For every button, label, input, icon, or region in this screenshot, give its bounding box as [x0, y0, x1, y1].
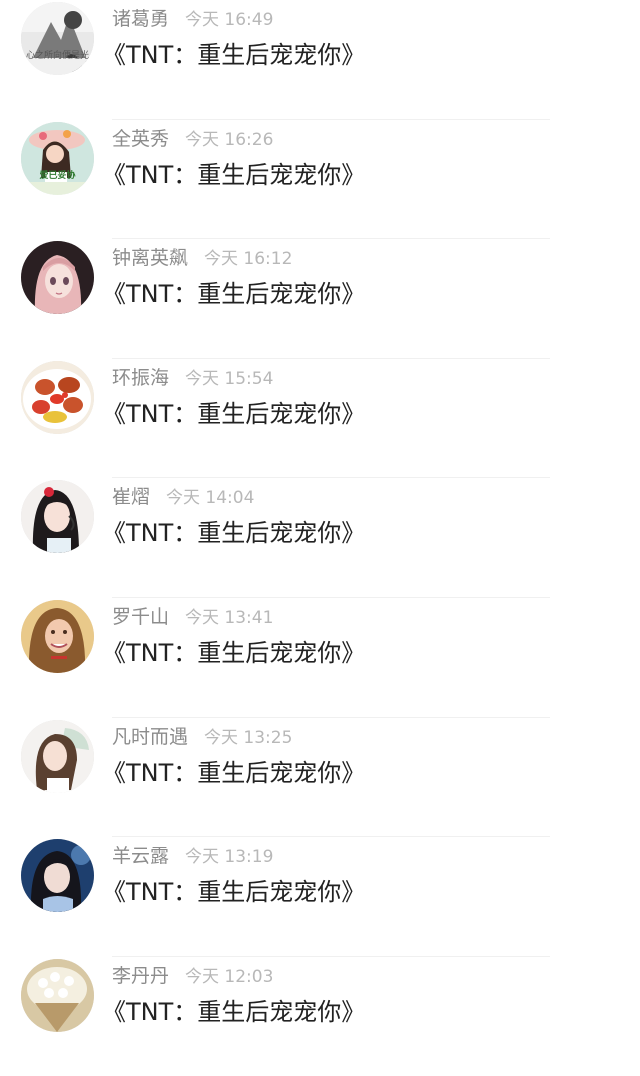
comment-meta: 凡时而遇 今天 13:25 [112, 724, 292, 750]
comment-row[interactable]: 心之所向便是光 诸葛勇 今天 16:49 《TNT：重生后宠宠你》 [0, 0, 640, 120]
comment-text: 《TNT：重生后宠宠你》 [102, 878, 366, 907]
comment-text: 《TNT：重生后宠宠你》 [102, 280, 366, 309]
comment-time: 今天 13:19 [185, 847, 274, 868]
user-name[interactable]: 罗千山 [112, 606, 169, 628]
comment-meta: 诸葛勇 今天 16:49 [112, 6, 273, 32]
user-name[interactable]: 环振海 [112, 367, 169, 389]
avatar-photo-girl-hat[interactable]: 爱已妥协 [21, 121, 94, 195]
comment-meta: 罗千山 今天 13:41 [112, 604, 273, 630]
user-name[interactable]: 崔熠 [112, 486, 150, 508]
avatar-caption: 爱已妥协 [39, 170, 76, 181]
comment-row[interactable]: 爱已妥协 全英秀 今天 16:26 《TNT：重生后宠宠你》 [0, 120, 640, 240]
comment-row[interactable]: 罗千山 今天 13:41 《TNT：重生后宠宠你》 [0, 598, 640, 718]
avatar-photo-girl-blue[interactable] [21, 839, 94, 913]
user-name[interactable]: 羊云露 [112, 845, 169, 867]
comment-meta: 环振海 今天 15:54 [112, 365, 273, 391]
avatar-caption: 心之所向便是光 [25, 51, 89, 61]
avatar-photo-girl-smile[interactable] [21, 600, 94, 673]
comment-row[interactable]: 凡时而遇 今天 13:25 《TNT：重生后宠宠你》 [0, 718, 640, 838]
comment-time: 今天 13:25 [204, 727, 293, 748]
comment-time: 今天 15:54 [185, 368, 274, 389]
avatar-flower-bouquet[interactable] [21, 958, 94, 1032]
comment-row[interactable]: 李丹丹 今天 12:03 《TNT：重生后宠宠你》 [0, 957, 640, 1076]
comment-meta: 李丹丹 今天 12:03 [112, 963, 273, 989]
comment-text: 《TNT：重生后宠宠你》 [102, 41, 366, 69]
comment-time: 今天 16:26 [185, 129, 274, 150]
comment-row[interactable]: 钟离英飙 今天 16:12 《TNT：重生后宠宠你》 [0, 239, 640, 359]
comment-row[interactable]: 环振海 今天 15:54 《TNT：重生后宠宠你》 [0, 359, 640, 479]
avatar-photo-girl-braids[interactable] [21, 719, 94, 793]
comment-text: 《TNT：重生后宠宠你》 [102, 997, 366, 1026]
comment-text: 《TNT：重生后宠宠你》 [102, 519, 366, 548]
comment-row[interactable]: 羊云露 今天 13:19 《TNT：重生后宠宠你》 [0, 837, 640, 957]
comment-text: 《TNT：重生后宠宠你》 [102, 399, 366, 428]
comment-meta: 崔熠 今天 14:04 [112, 484, 254, 510]
avatar-anime-girl[interactable] [21, 241, 94, 315]
avatar-photo-girl-headset[interactable] [21, 480, 94, 554]
user-name[interactable]: 诸葛勇 [112, 8, 169, 30]
comment-time: 今天 16:12 [204, 249, 293, 270]
comment-time: 今天 13:41 [185, 608, 274, 628]
user-name[interactable]: 凡时而遇 [112, 726, 188, 748]
comment-text: 《TNT：重生后宠宠你》 [102, 758, 366, 787]
user-name[interactable]: 全英秀 [112, 128, 169, 150]
comment-meta: 全英秀 今天 16:26 [112, 126, 273, 152]
comment-time: 今天 14:04 [166, 488, 255, 509]
comment-time: 今天 12:03 [185, 966, 274, 987]
user-name[interactable]: 李丹丹 [112, 965, 169, 987]
user-name[interactable]: 钟离英飙 [112, 247, 188, 269]
comment-meta: 羊云露 今天 13:19 [112, 843, 273, 869]
comment-row[interactable]: 崔熠 今天 14:04 《TNT：重生后宠宠你》 [0, 478, 640, 598]
comment-list: 心之所向便是光 诸葛勇 今天 16:49 《TNT：重生后宠宠你》 爱已妥协 全… [0, 0, 640, 1051]
comment-text: 《TNT：重生后宠宠你》 [102, 160, 366, 189]
comment-meta: 钟离英飙 今天 16:12 [112, 245, 292, 271]
avatar-photo-silhouette[interactable]: 心之所向便是光 [21, 2, 94, 75]
comment-text: 《TNT：重生后宠宠你》 [102, 639, 366, 667]
avatar-food-plate[interactable] [21, 360, 94, 434]
comment-time: 今天 16:49 [185, 10, 274, 30]
